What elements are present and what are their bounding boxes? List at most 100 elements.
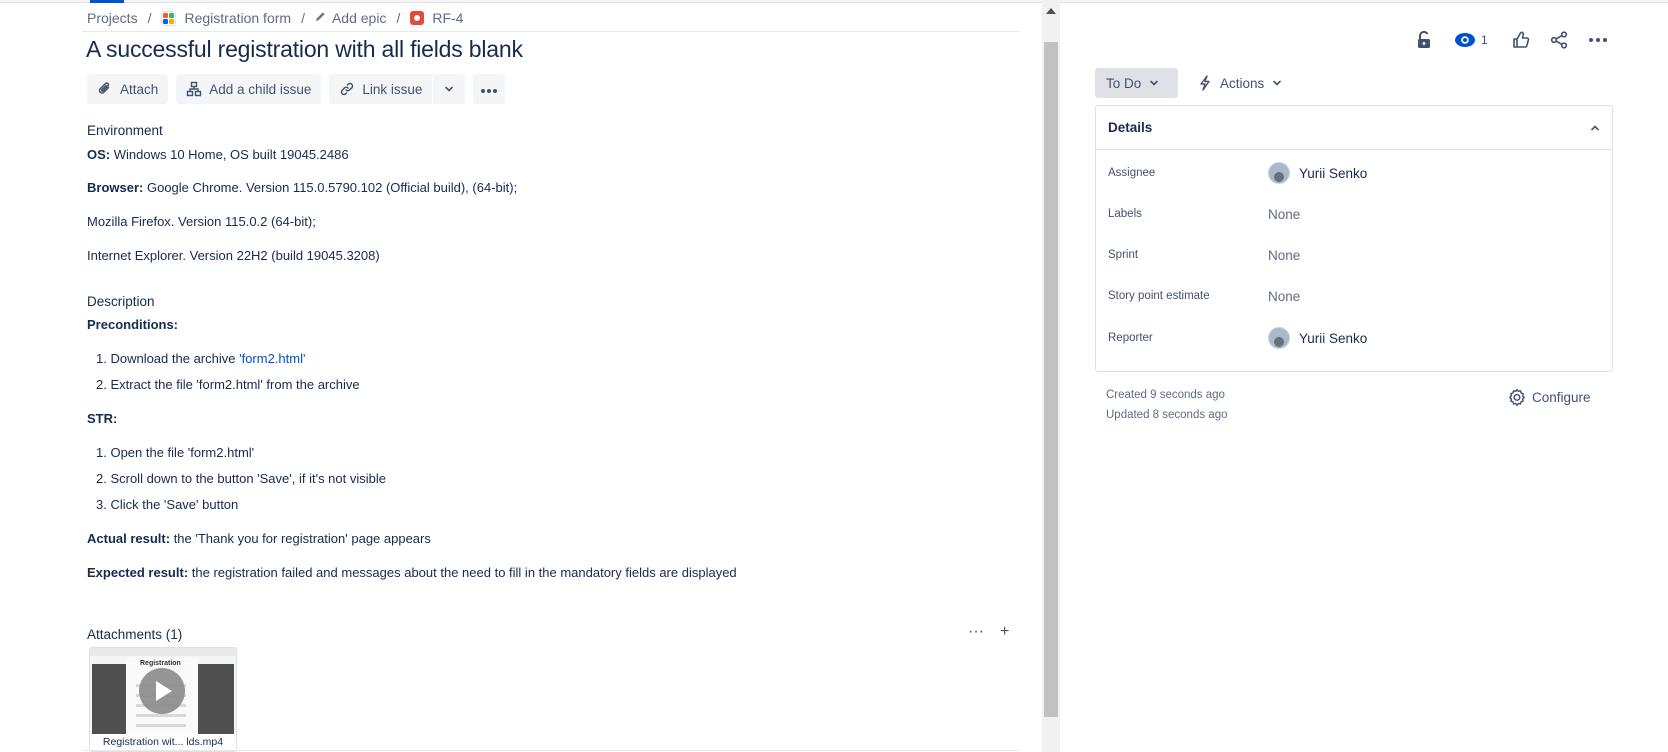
- chevron-down-icon: [1272, 76, 1282, 91]
- expected-result-label: Expected result:: [87, 565, 189, 580]
- eye-icon: [1454, 32, 1476, 48]
- thumbs-up-icon[interactable]: [1512, 31, 1530, 49]
- status-label: To Do: [1106, 75, 1142, 91]
- add-child-issue-button[interactable]: Add a child issue: [176, 74, 322, 104]
- precondition-step-1[interactable]: 1. Download the archive 'form2.html': [96, 351, 305, 366]
- scrollbar-thumb[interactable]: [1044, 42, 1058, 717]
- main-scrollbar[interactable]: [1042, 0, 1060, 752]
- status-dropdown[interactable]: To Do: [1095, 68, 1178, 98]
- labels-value[interactable]: None: [1268, 207, 1300, 222]
- link-issue-button[interactable]: Link issue: [329, 74, 433, 104]
- details-panel: Details Assignee Yurii Senko Labels None…: [1095, 105, 1613, 372]
- breadcrumb-separator: /: [396, 10, 401, 26]
- lock-icon[interactable]: [1416, 31, 1432, 49]
- project-icon: [161, 10, 177, 26]
- link-icon: [339, 81, 355, 97]
- more-icon: [480, 82, 498, 97]
- actions-dropdown[interactable]: Actions: [1198, 68, 1282, 98]
- paperclip-icon: [97, 81, 113, 97]
- breadcrumb-project-label: Registration form: [184, 10, 292, 26]
- breadcrumb-separator: /: [301, 10, 305, 26]
- expected-result-line[interactable]: Expected result: the registration failed…: [87, 565, 737, 580]
- configure-button[interactable]: Configure: [1508, 388, 1591, 406]
- pencil-icon: [315, 11, 326, 25]
- issue-toolbar: Attach Add a child issue Link issue: [87, 74, 506, 104]
- issue-sidebar: 1 To Do Actions Details Assignee Yurii S…: [1060, 0, 1668, 752]
- sprint-value[interactable]: None: [1268, 248, 1300, 263]
- field-label: Labels: [1108, 208, 1142, 220]
- env-os-label: OS:: [87, 147, 111, 162]
- chevron-up-icon[interactable]: [1590, 123, 1600, 133]
- attachments-add-button[interactable]: +: [1000, 623, 1009, 641]
- preview-line: [136, 714, 186, 717]
- actual-result-line[interactable]: Actual result: the 'Thank you for regist…: [87, 531, 431, 546]
- breadcrumb-add-epic[interactable]: Add epic: [315, 10, 386, 26]
- env-browser-line[interactable]: Browser: Google Chrome. Version 115.0.57…: [87, 180, 517, 195]
- details-heading: Details: [1108, 120, 1153, 135]
- chevron-down-icon: [1149, 76, 1159, 91]
- actions-label: Actions: [1220, 75, 1265, 91]
- form2-link[interactable]: 'form2.html': [239, 351, 305, 366]
- attachments-actions: ··· +: [968, 623, 1009, 641]
- link-issue-dropdown[interactable]: [433, 74, 466, 104]
- breadcrumb-separator: /: [147, 10, 152, 26]
- field-sprint: Sprint None: [1108, 240, 1300, 270]
- preconditions-label[interactable]: Preconditions:: [87, 317, 178, 332]
- gear-icon: [1508, 388, 1526, 406]
- bottom-divider: [82, 750, 1020, 751]
- created-timestamp: Created 9 seconds ago: [1106, 389, 1225, 401]
- scroll-up-arrow[interactable]: [1046, 8, 1056, 14]
- description-heading: Description: [87, 294, 155, 309]
- str-step-3[interactable]: 3. Click the 'Save' button: [96, 497, 238, 512]
- link-issue-label: Link issue: [362, 81, 423, 97]
- env-firefox-line[interactable]: Mozilla Firefox. Version 115.0.2 (64-bit…: [87, 214, 316, 229]
- field-label: Reporter: [1108, 332, 1153, 344]
- link-issue-group: Link issue: [329, 74, 466, 104]
- env-os-line[interactable]: OS: Windows 10 Home, OS built 19045.2486: [87, 147, 349, 162]
- play-icon[interactable]: [139, 668, 185, 714]
- reporter-value[interactable]: Yurii Senko: [1268, 327, 1367, 349]
- issue-title[interactable]: A successful registration with all field…: [86, 36, 523, 63]
- lightning-icon: [1198, 75, 1212, 91]
- breadcrumb-add-epic-label: Add epic: [331, 10, 387, 26]
- str-step-1[interactable]: 1. Open the file 'form2.html': [96, 445, 254, 460]
- field-label: Sprint: [1108, 249, 1139, 261]
- actual-result-value: the 'Thank you for registration' page ap…: [170, 531, 431, 546]
- attachment-filename: Registration wit... lds.mp4: [102, 736, 224, 748]
- breadcrumb-issue-key[interactable]: RF-4: [410, 10, 463, 26]
- child-issue-icon: [186, 81, 202, 97]
- attachment-thumbnail[interactable]: Registration Registration wit... lds.mp4: [89, 647, 237, 752]
- field-label: Assignee: [1108, 167, 1156, 179]
- env-os-value: Windows 10 Home, OS built 19045.2486: [110, 147, 349, 162]
- avatar: [1268, 327, 1290, 349]
- str-step-2[interactable]: 2. Scroll down to the button 'Save', if …: [96, 471, 386, 486]
- attachments-more-button[interactable]: ···: [968, 623, 984, 641]
- preview-caption: Registration: [140, 660, 181, 667]
- breadcrumb-projects[interactable]: Projects: [87, 10, 138, 26]
- preview-browser-bar: [90, 648, 236, 656]
- assignee-value[interactable]: Yurii Senko: [1268, 162, 1367, 184]
- env-ie-line[interactable]: Internet Explorer. Version 22H2 (build 1…: [87, 248, 380, 263]
- story-points-value[interactable]: None: [1268, 289, 1300, 304]
- env-browser-value: Google Chrome. Version 115.0.5790.102 (O…: [143, 180, 518, 195]
- env-browser-label: Browser:: [87, 180, 144, 195]
- breadcrumb-project[interactable]: Registration form: [161, 10, 291, 26]
- attach-button[interactable]: Attach: [87, 74, 169, 104]
- expected-result-value: the registration failed and messages abo…: [188, 565, 737, 580]
- more-actions-button[interactable]: [473, 74, 506, 104]
- field-story-points: Story point estimate None: [1108, 281, 1300, 311]
- header-divider: [82, 31, 1020, 32]
- details-header[interactable]: Details: [1096, 106, 1612, 150]
- share-icon[interactable]: [1550, 31, 1568, 49]
- more-icon[interactable]: [1588, 37, 1608, 43]
- updated-timestamp: Updated 8 seconds ago: [1106, 409, 1228, 421]
- precondition-step-2[interactable]: 2. Extract the file 'form2.html' from th…: [96, 377, 360, 392]
- preview-right-band: [198, 664, 234, 734]
- str-label[interactable]: STR:: [87, 411, 117, 426]
- breadcrumb: Projects / Registration form / Add epic …: [87, 8, 463, 28]
- add-child-issue-label: Add a child issue: [209, 81, 312, 97]
- actual-result-label: Actual result:: [87, 531, 171, 546]
- attach-label: Attach: [120, 81, 159, 97]
- preview-line: [136, 724, 186, 727]
- watch-button[interactable]: 1: [1454, 32, 1488, 48]
